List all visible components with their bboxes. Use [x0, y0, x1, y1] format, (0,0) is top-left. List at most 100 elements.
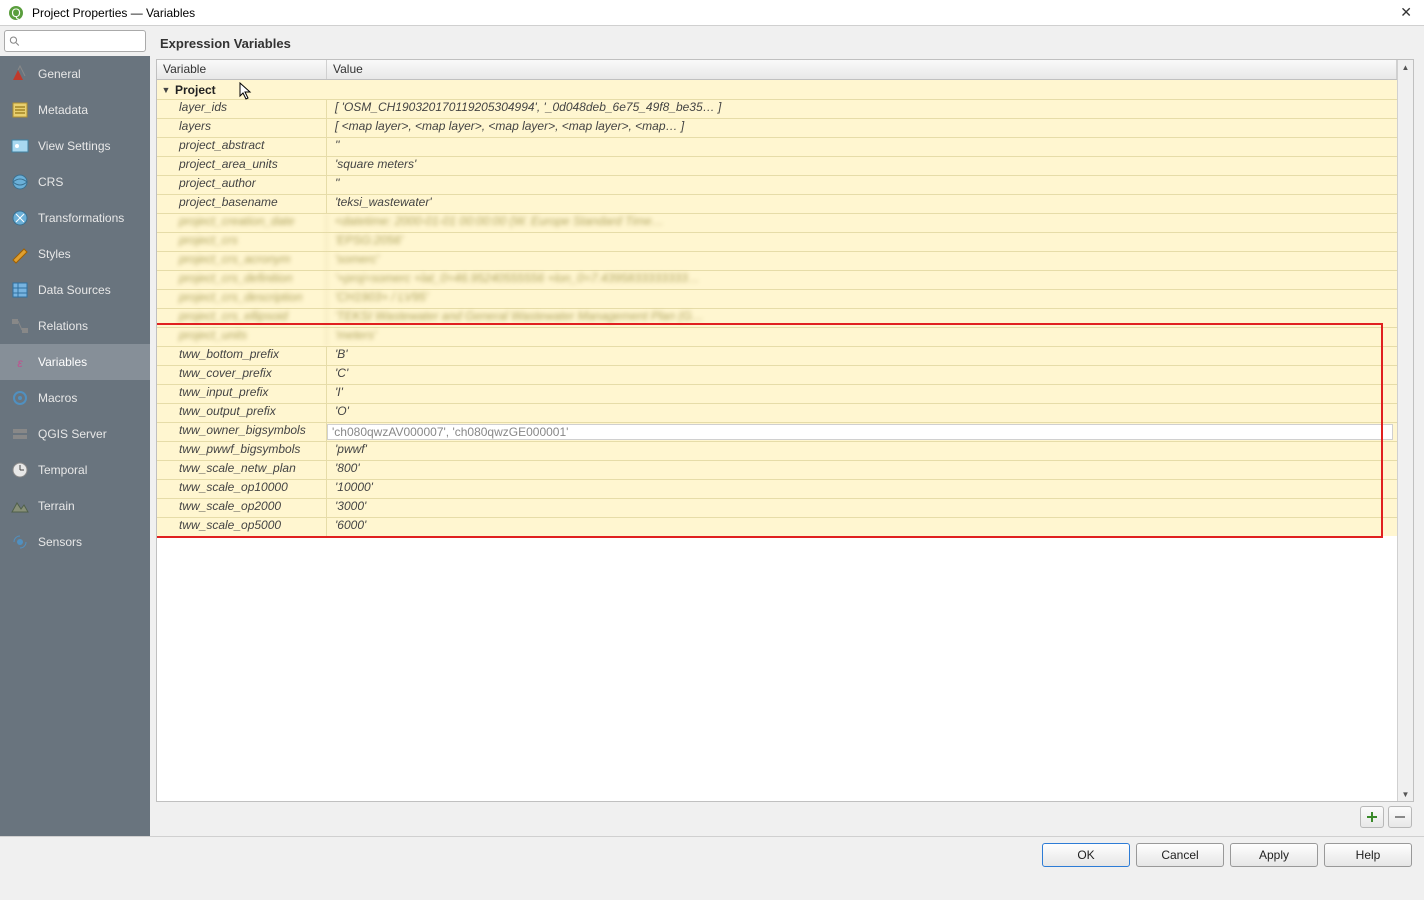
- search-box[interactable]: [4, 30, 146, 52]
- sidebar-item-variables[interactable]: εVariables: [0, 344, 150, 380]
- variable-row[interactable]: tww_scale_op2000'3000': [157, 498, 1397, 517]
- variable-value: 'C': [327, 366, 1397, 384]
- variable-value: 'EPSG:2056': [327, 233, 1397, 251]
- variable-row[interactable]: tww_scale_op5000'6000': [157, 517, 1397, 536]
- minus-icon: [1393, 810, 1407, 824]
- sidebar-item-relations[interactable]: Relations: [0, 308, 150, 344]
- variable-row[interactable]: project_abstract'': [157, 137, 1397, 156]
- variable-value: '': [327, 138, 1397, 156]
- sidebar-item-label: Terrain: [38, 499, 75, 513]
- main-title: Expression Variables: [156, 34, 1414, 59]
- variable-value: '': [327, 176, 1397, 194]
- remove-variable-button[interactable]: [1388, 806, 1412, 828]
- variable-row[interactable]: project_basename'teksi_wastewater': [157, 194, 1397, 213]
- scroll-thumb-area[interactable]: [1398, 74, 1413, 787]
- dialog-footer: OK Cancel Apply Help: [0, 836, 1424, 872]
- variable-value: '6000': [327, 518, 1397, 536]
- group-label: Project: [175, 83, 216, 97]
- variable-value: 'square meters': [327, 157, 1397, 175]
- plus-icon: [1365, 810, 1379, 824]
- data-sources-icon: [10, 280, 30, 300]
- variable-row[interactable]: project_crs_description'CH1903+ / LV95': [157, 289, 1397, 308]
- sidebar-item-terrain[interactable]: Terrain: [0, 488, 150, 524]
- variable-name: tww_scale_netw_plan: [157, 461, 327, 479]
- variable-row[interactable]: tww_owner_bigsymbols'ch080qwzAV000007', …: [157, 422, 1397, 441]
- sidebar-item-general[interactable]: General: [0, 56, 150, 92]
- sidebar-item-metadata[interactable]: Metadata: [0, 92, 150, 128]
- variable-row[interactable]: tww_input_prefix'I': [157, 384, 1397, 403]
- variable-row[interactable]: project_units'meters': [157, 327, 1397, 346]
- variable-row[interactable]: project_crs'EPSG:2056': [157, 232, 1397, 251]
- variable-value[interactable]: 'ch080qwzAV000007', 'ch080qwzGE000001': [327, 424, 1393, 440]
- qgis-server-icon: [10, 424, 30, 444]
- sidebar-item-transformations[interactable]: Transformations: [0, 200, 150, 236]
- variable-value: 'CH1903+ / LV95': [327, 290, 1397, 308]
- sidebar-item-label: Styles: [38, 247, 71, 261]
- table-toolbar: [156, 802, 1414, 830]
- terrain-icon: [10, 496, 30, 516]
- variable-value: 'O': [327, 404, 1397, 422]
- window-close-button[interactable]: ✕: [1394, 4, 1418, 21]
- crs-icon: [10, 172, 30, 192]
- sidebar-item-temporal[interactable]: Temporal: [0, 452, 150, 488]
- variable-row[interactable]: tww_scale_netw_plan'800': [157, 460, 1397, 479]
- scroll-down-icon[interactable]: ▼: [1398, 787, 1413, 801]
- col-value[interactable]: Value: [327, 60, 1397, 79]
- variable-name: project_abstract: [157, 138, 327, 156]
- variable-row[interactable]: project_author'': [157, 175, 1397, 194]
- sidebar: General MetadataView SettingsCRS Transform…: [0, 26, 150, 836]
- cancel-button[interactable]: Cancel: [1136, 843, 1224, 867]
- window-title: Project Properties — Variables: [32, 6, 195, 20]
- help-button[interactable]: Help: [1324, 843, 1412, 867]
- app-icon: Q: [6, 3, 26, 23]
- sidebar-item-label: Transformations: [38, 211, 124, 225]
- variable-row[interactable]: layers[ <map layer>, <map layer>, <map l…: [157, 118, 1397, 137]
- sidebar-item-styles[interactable]: Styles: [0, 236, 150, 272]
- sidebar-item-label: Sensors: [38, 535, 82, 549]
- svg-text:ε: ε: [17, 356, 23, 370]
- variable-row[interactable]: project_crs_acronym'somerc': [157, 251, 1397, 270]
- apply-button[interactable]: Apply: [1230, 843, 1318, 867]
- collapse-icon[interactable]: ▼: [157, 85, 175, 95]
- vertical-scrollbar[interactable]: ▲ ▼: [1397, 60, 1413, 801]
- variable-name: project_crs_ellipsoid: [157, 309, 327, 327]
- variable-row[interactable]: project_creation_date<datetime: 2000-01-…: [157, 213, 1397, 232]
- group-row-project[interactable]: ▼ Project: [157, 80, 1397, 99]
- variable-name: project_area_units: [157, 157, 327, 175]
- ok-button[interactable]: OK: [1042, 843, 1130, 867]
- general-icon: [10, 64, 30, 84]
- variable-row[interactable]: tww_output_prefix'O': [157, 403, 1397, 422]
- variable-name: tww_scale_op2000: [157, 499, 327, 517]
- sidebar-item-data-sources[interactable]: Data Sources: [0, 272, 150, 308]
- variable-value: 'somerc': [327, 252, 1397, 270]
- variable-row[interactable]: tww_cover_prefix'C': [157, 365, 1397, 384]
- metadata-icon: [10, 100, 30, 120]
- sidebar-item-view-settings[interactable]: View Settings: [0, 128, 150, 164]
- variable-row[interactable]: project_crs_definition'+proj=somerc +lat…: [157, 270, 1397, 289]
- sidebar-item-crs[interactable]: CRS: [0, 164, 150, 200]
- sidebar-item-qgis-server[interactable]: QGIS Server: [0, 416, 150, 452]
- variable-name: tww_scale_op10000: [157, 480, 327, 498]
- sidebar-item-macros[interactable]: Macros: [0, 380, 150, 416]
- variable-name: tww_output_prefix: [157, 404, 327, 422]
- variable-value: 'I': [327, 385, 1397, 403]
- variable-row[interactable]: project_area_units'square meters': [157, 156, 1397, 175]
- variable-row[interactable]: tww_scale_op10000'10000': [157, 479, 1397, 498]
- variable-name: project_creation_date: [157, 214, 327, 232]
- scroll-up-icon[interactable]: ▲: [1398, 60, 1413, 74]
- search-input[interactable]: [24, 34, 141, 48]
- add-variable-button[interactable]: [1360, 806, 1384, 828]
- variable-value: '3000': [327, 499, 1397, 517]
- table-header: Variable Value: [157, 60, 1397, 80]
- variable-name: layer_ids: [157, 100, 327, 118]
- variable-row[interactable]: tww_bottom_prefix'B': [157, 346, 1397, 365]
- macros-icon: [10, 388, 30, 408]
- variable-row[interactable]: project_crs_ellipsoid'TEKSI Wastewater a…: [157, 308, 1397, 327]
- variable-row[interactable]: layer_ids[ 'OSM_CH190320170119205304994'…: [157, 99, 1397, 118]
- variable-row[interactable]: tww_pwwf_bigsymbols'pwwf': [157, 441, 1397, 460]
- table-inner: Variable Value ▼ Project layer_ids[ 'OSM…: [157, 60, 1397, 801]
- sidebar-item-label: General: [38, 67, 81, 81]
- sidebar-item-sensors[interactable]: Sensors: [0, 524, 150, 560]
- col-variable[interactable]: Variable: [157, 60, 327, 79]
- styles-icon: [10, 244, 30, 264]
